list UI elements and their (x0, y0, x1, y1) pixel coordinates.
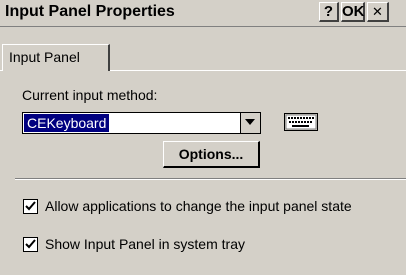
show-in-tray-label[interactable]: Show Input Panel in system tray (45, 236, 245, 252)
separator (15, 178, 406, 180)
checkmark-icon (25, 239, 36, 249)
dropdown-arrow-button[interactable] (240, 113, 260, 133)
input-method-dropdown[interactable]: CEKeyboard (22, 112, 261, 134)
chevron-down-icon (245, 119, 255, 125)
input-method-label: Current input method: (22, 87, 157, 103)
keyboard-icon (284, 113, 318, 131)
title-bar: Input Panel Properties ? OK ✕ (0, 0, 406, 27)
ok-button[interactable]: OK (341, 2, 365, 22)
input-method-label-text: Current input method: (22, 87, 158, 103)
close-button[interactable]: ✕ (367, 2, 389, 22)
input-method-selected-value: CEKeyboard (24, 114, 110, 132)
allow-apps-label[interactable]: Allow applications to change the input p… (45, 198, 352, 214)
options-button[interactable]: Options... (163, 141, 260, 168)
window-title: Input Panel Properties (5, 3, 175, 20)
help-button[interactable]: ? (319, 2, 339, 22)
show-in-tray-checkbox[interactable] (23, 237, 38, 252)
checkmark-icon (25, 201, 36, 211)
allow-apps-checkbox[interactable] (23, 199, 38, 214)
tab-input-panel[interactable]: Input Panel (2, 44, 110, 71)
